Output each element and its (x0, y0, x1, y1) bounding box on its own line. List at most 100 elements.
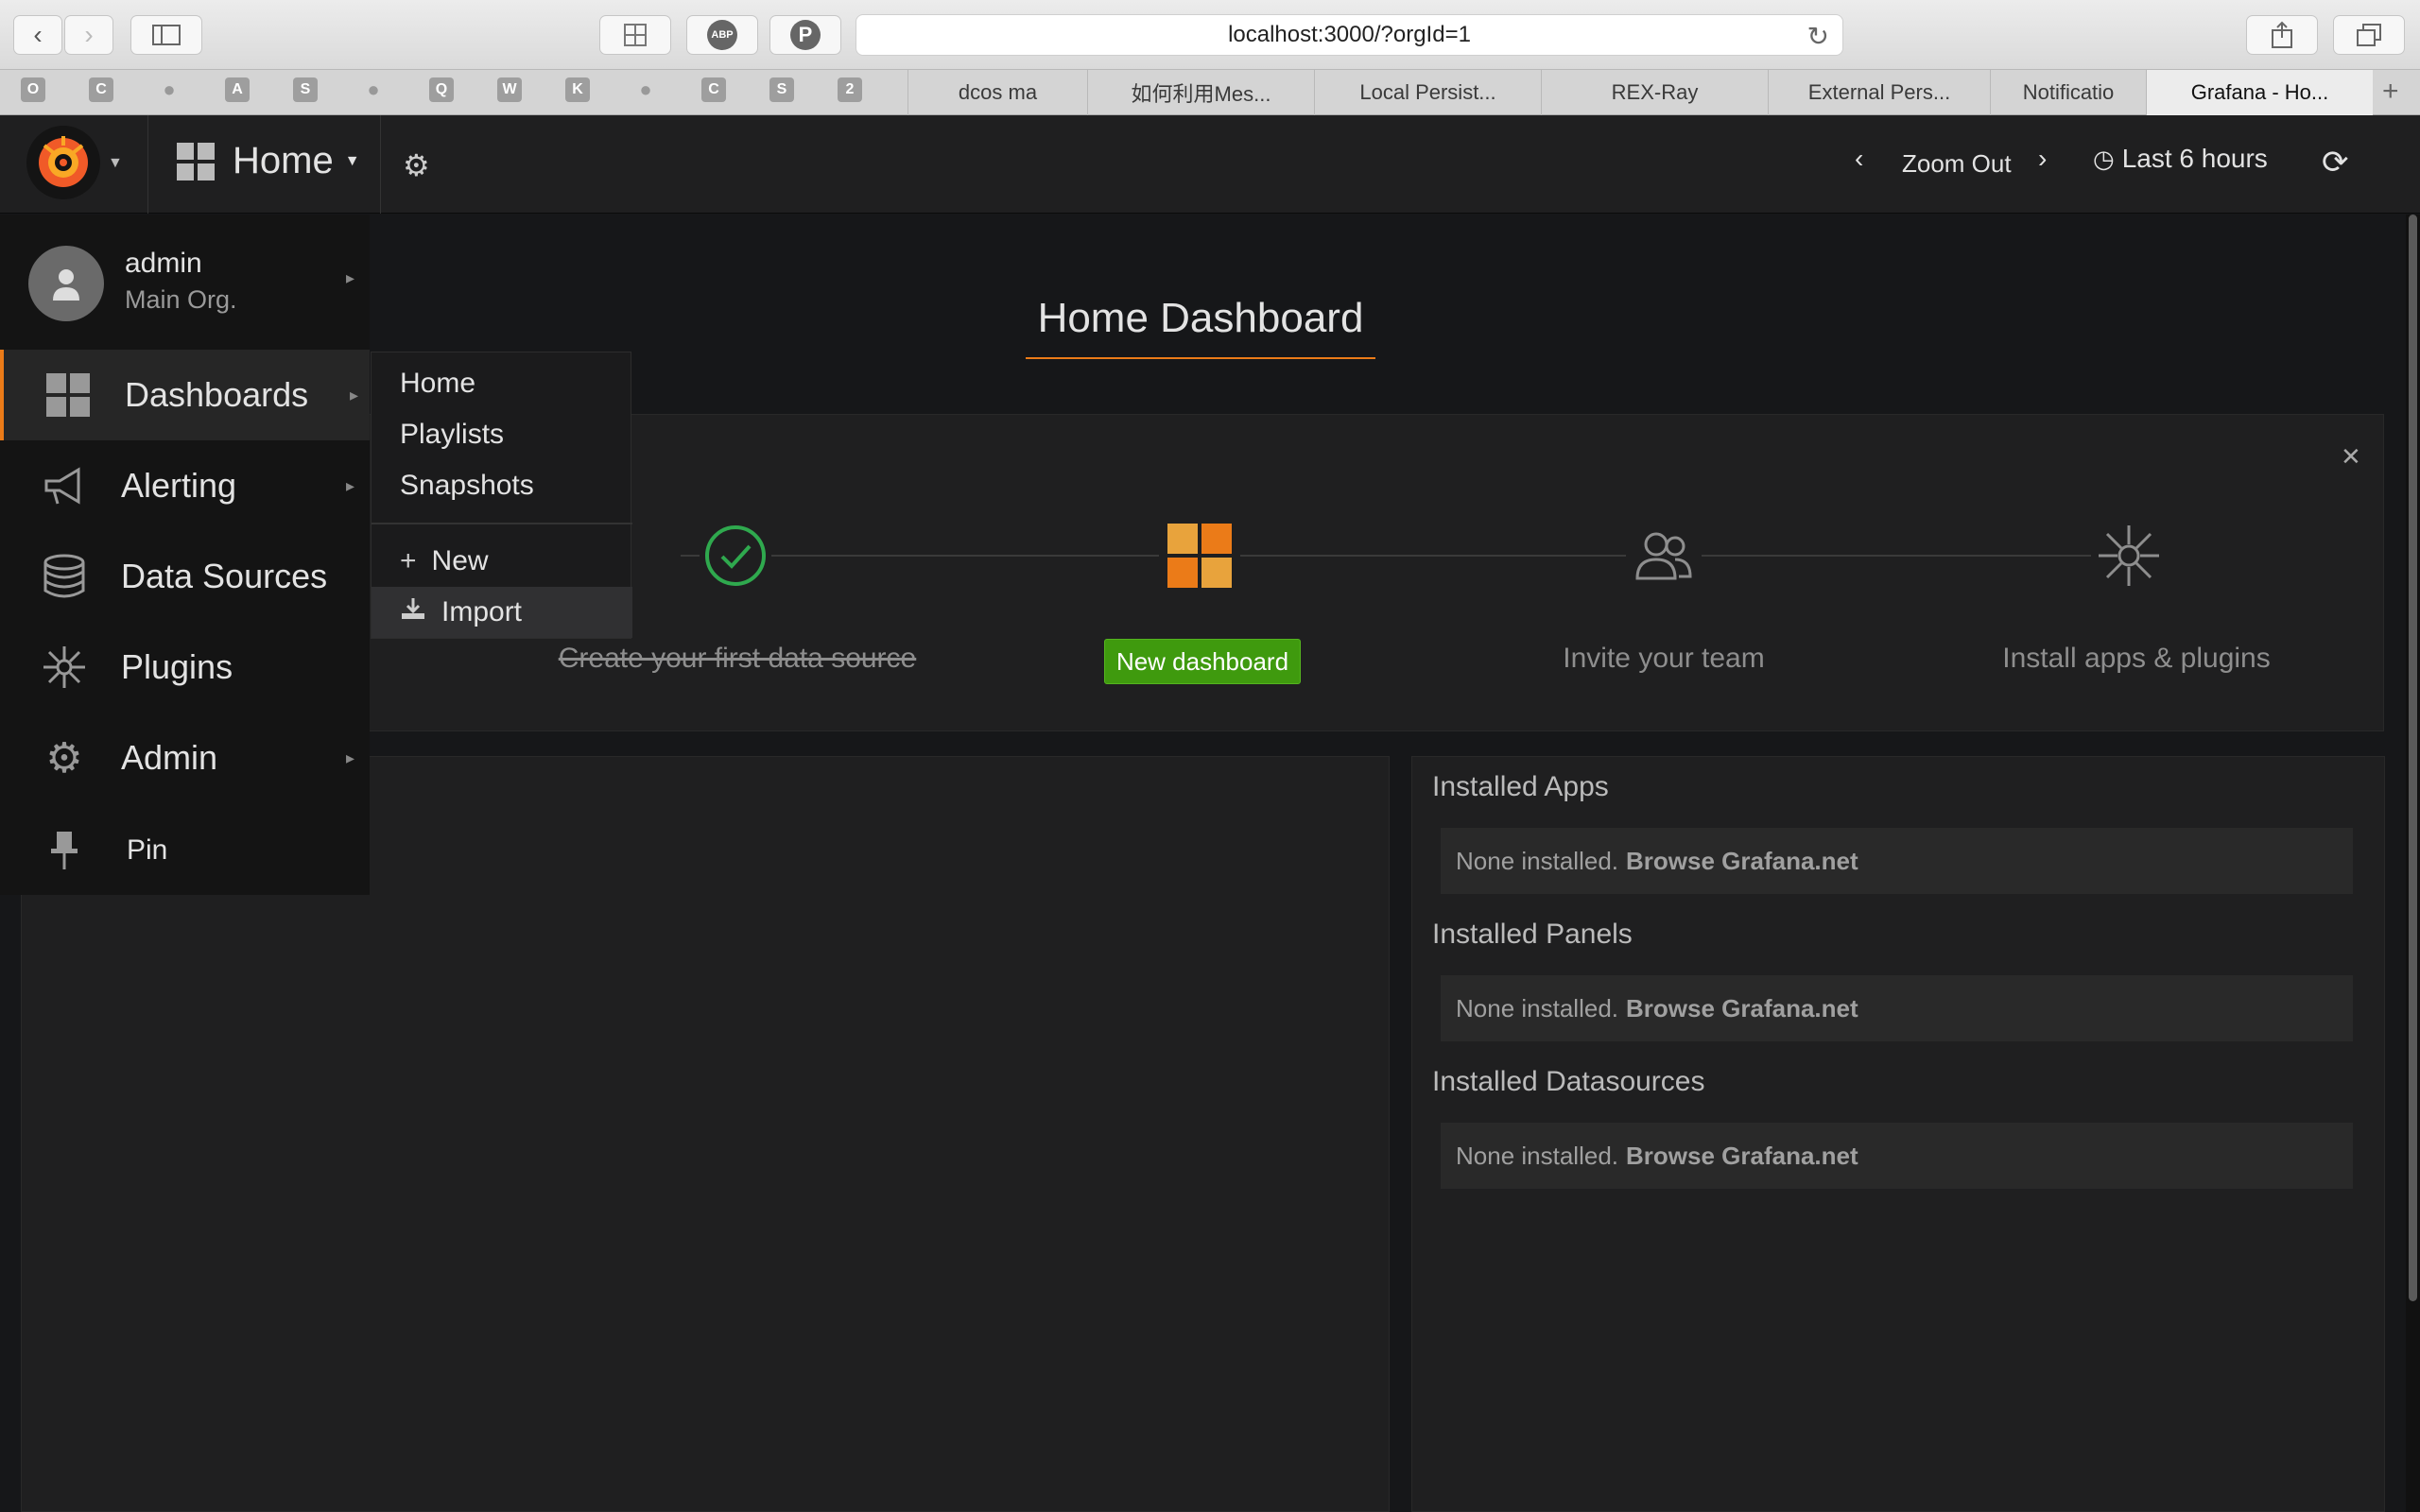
step-invite-team[interactable]: Invite your team (1475, 643, 1853, 675)
submenu-item-playlists[interactable]: Playlists (372, 409, 632, 460)
time-range-picker[interactable]: ◷ Last 6 hours (2093, 144, 2268, 174)
installed-datasources-box: None installed. Browse Grafana.net (1441, 1123, 2353, 1189)
favorite-bookmark-6[interactable]: Q (429, 77, 454, 102)
settings-gear-icon[interactable]: ⚙ (403, 147, 430, 183)
chevron-right-icon: ▸ (346, 475, 355, 495)
favorite-bookmark-11[interactable]: S (769, 77, 794, 102)
favorite-bookmark-4[interactable]: S (293, 77, 318, 102)
dashboard-picker[interactable]: Home ▼ (176, 140, 360, 182)
pinterest-icon: P (790, 20, 821, 50)
submenu-item-snapshots[interactable]: Snapshots (372, 460, 632, 511)
favorite-bookmark-3[interactable]: A (225, 77, 250, 102)
dashboards-icon (43, 370, 93, 420)
none-installed-text: None installed. (1456, 1141, 1618, 1170)
browse-grafana-link[interactable]: Browse Grafana.net (1626, 994, 1858, 1023)
chevron-left-icon: ‹ (33, 20, 43, 49)
chevron-down-icon: ▼ (344, 152, 360, 169)
page-scrollbar[interactable] (2406, 215, 2420, 1512)
grafana-logo-icon (39, 136, 88, 187)
extension-button-1[interactable] (599, 15, 671, 55)
new-dashboard-button[interactable]: New dashboard (1104, 639, 1301, 684)
grafana-logo-button[interactable] (26, 126, 100, 199)
favorite-bookmark-8[interactable]: K (565, 77, 590, 102)
steps-connector-line (681, 555, 2099, 557)
chevron-right-icon: › (84, 20, 94, 49)
browser-tab-1[interactable]: 如何利用Mes... (1087, 70, 1314, 115)
sidebar-item-pin[interactable]: Pin (0, 805, 370, 896)
chevron-right-icon: ▸ (350, 385, 359, 404)
installed-panels-heading: Installed Panels (1432, 919, 1633, 950)
none-installed-text: None installed. (1456, 846, 1618, 875)
submenu-item-home[interactable]: Home (372, 358, 632, 409)
back-button[interactable]: ‹ (13, 15, 62, 55)
close-icon[interactable]: ✕ (2341, 442, 2361, 472)
new-tab-button[interactable]: + (2382, 76, 2399, 108)
pin-icon (40, 826, 89, 875)
none-installed-text: None installed. (1456, 993, 1618, 1022)
favorite-bookmark-1[interactable]: C (89, 77, 113, 102)
zoom-forward-icon[interactable]: › (2038, 144, 2047, 174)
adblock-button[interactable]: ABP (686, 15, 758, 55)
browser-tab-0[interactable]: dcos ma (908, 70, 1087, 115)
refresh-icon[interactable]: ⟳ (2322, 144, 2349, 181)
pinterest-button[interactable]: P (769, 15, 841, 55)
installed-datasources-heading: Installed Datasources (1432, 1066, 1705, 1097)
browser-tab-3[interactable]: REX-Ray (1541, 70, 1768, 115)
sidebar-item-label: Dashboards (125, 375, 309, 414)
sidebar-item-plugins[interactable]: Plugins (0, 622, 370, 713)
submenu-item-import[interactable]: Import (372, 587, 632, 638)
favorite-icon-bookmark-5[interactable]: ● (361, 77, 386, 102)
dashboards-submenu: Home Playlists Snapshots + New Import (371, 352, 632, 639)
chevron-right-icon: ▸ (346, 747, 355, 767)
favorite-icon-bookmark-9[interactable]: ● (633, 77, 658, 102)
browser-tab-5[interactable]: Notificatio (1990, 70, 2146, 115)
favorite-bookmark-12[interactable]: 2 (838, 77, 862, 102)
sidebar-item-admin[interactable]: ⚙ Admin ▸ (0, 713, 370, 803)
share-button[interactable] (2246, 15, 2318, 55)
user-name[interactable]: admin (125, 248, 202, 280)
import-icon (400, 596, 426, 628)
favorite-icon-bookmark-2[interactable]: ● (157, 77, 182, 102)
dashboard-title: Home (233, 140, 334, 181)
clock-icon: ◷ (2093, 144, 2115, 173)
reload-icon[interactable]: ↻ (1807, 21, 1829, 52)
browser-toolbar: ‹ › ABP P localhost:3000/?orgId=1 ↻ (0, 0, 2420, 69)
logo-caret-icon[interactable]: ▼ (108, 155, 123, 172)
step-create-data-source[interactable]: Create your first data source (529, 643, 945, 675)
submenu-item-label: New (431, 545, 489, 576)
extension-glyph-icon (624, 24, 647, 46)
browser-tab-2[interactable]: Local Persist... (1314, 70, 1541, 115)
user-icon (53, 269, 79, 301)
adblock-icon: ABP (707, 20, 737, 50)
installed-panels-box: None installed. Browse Grafana.net (1441, 975, 2353, 1041)
step-install-apps[interactable]: Install apps & plugins (1947, 643, 2325, 675)
zoom-out-button[interactable]: Zoom Out (1902, 149, 2012, 179)
sidebar-item-dashboards[interactable]: Dashboards ▸ (0, 350, 370, 440)
browse-grafana-link[interactable]: Browse Grafana.net (1626, 847, 1858, 876)
favorite-bookmark-10[interactable]: C (701, 77, 726, 102)
favorite-bookmark-7[interactable]: W (497, 77, 522, 102)
sidebar-item-alerting[interactable]: Alerting ▸ (0, 440, 370, 531)
invite-team-icon (1626, 518, 1702, 593)
sidebar-item-label: Admin (121, 738, 218, 777)
sidebar-item-label: Pin (127, 834, 168, 866)
address-bar[interactable]: localhost:3000/?orgId=1 ↻ (856, 14, 1843, 56)
browser-tab-4[interactable]: External Pers... (1768, 70, 1990, 115)
submenu-item-new[interactable]: + New (372, 536, 632, 587)
browser-tab-6[interactable]: Grafana - Ho... (2146, 70, 2373, 115)
grafana-navbar (0, 115, 2420, 214)
browse-grafana-link[interactable]: Browse Grafana.net (1626, 1142, 1858, 1171)
zoom-back-icon[interactable]: ‹ (1855, 144, 1863, 174)
favorite-bookmark-0[interactable]: O (21, 77, 45, 102)
time-range-label: Last 6 hours (2121, 144, 2268, 173)
sidebar-item-data-sources[interactable]: Data Sources (0, 531, 370, 622)
user-caret-icon[interactable]: ▸ (346, 268, 354, 288)
sidebar-toggle-button[interactable] (130, 15, 202, 55)
tabs-overview-button[interactable] (2333, 15, 2405, 55)
installed-apps-box: None installed. Browse Grafana.net (1441, 828, 2353, 894)
user-org: Main Org. (125, 285, 237, 314)
avatar[interactable] (28, 246, 104, 321)
forward-button[interactable]: › (64, 15, 113, 55)
scrollbar-thumb[interactable] (2409, 215, 2417, 1301)
sidebar-icon (152, 25, 181, 45)
